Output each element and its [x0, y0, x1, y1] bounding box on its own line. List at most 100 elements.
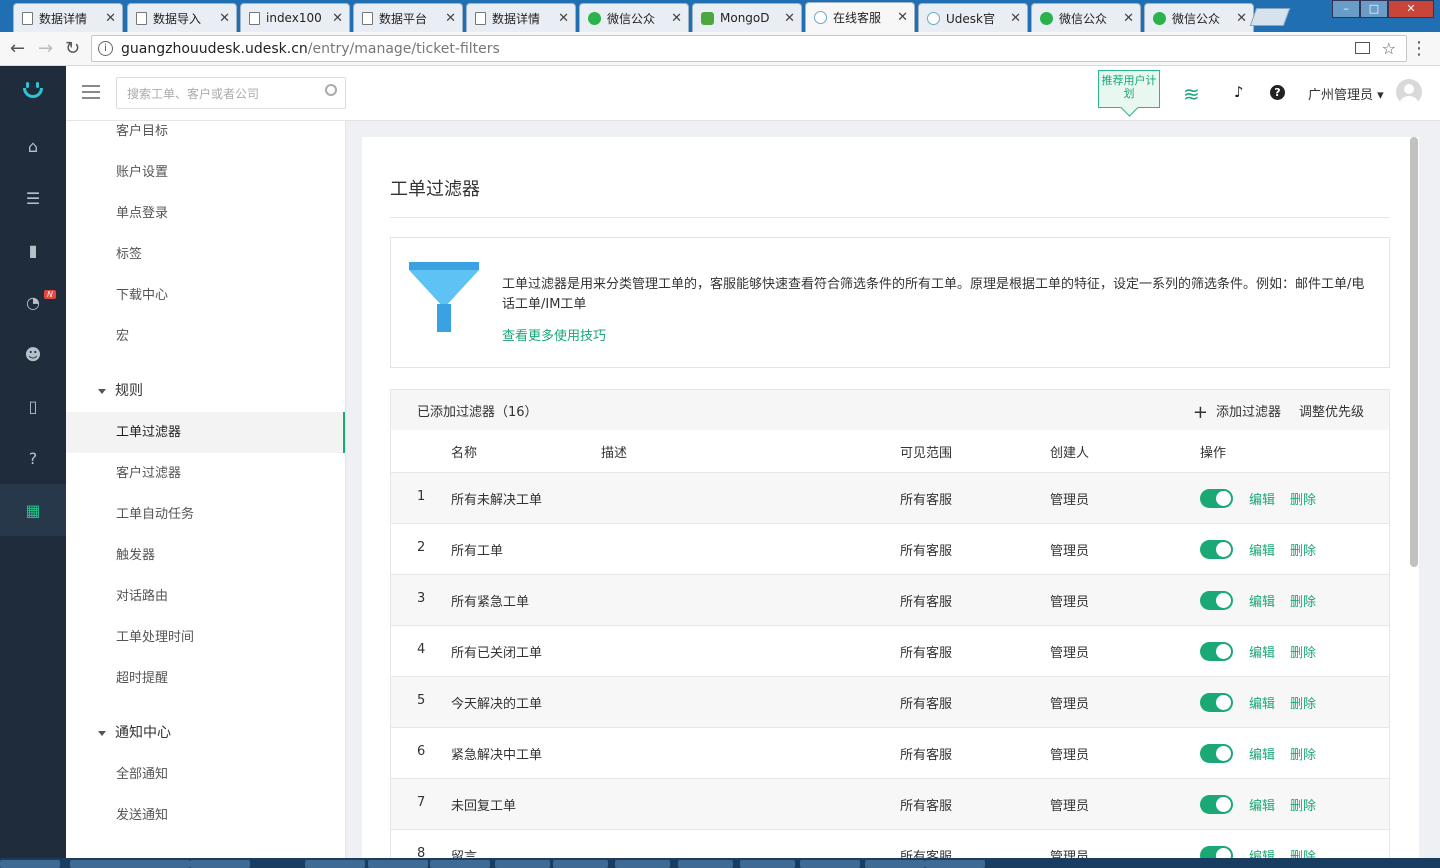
- minimize-button[interactable]: –: [1332, 0, 1360, 18]
- taskbar-item[interactable]: [495, 860, 550, 868]
- sidebar-item[interactable]: 触发器: [66, 535, 345, 576]
- more-tips-link[interactable]: 查看更多使用技巧: [502, 325, 606, 344]
- delete-link[interactable]: 删除: [1290, 693, 1316, 712]
- tab-close-icon[interactable]: ✕: [558, 11, 569, 26]
- search-icon[interactable]: [325, 84, 337, 96]
- menu-toggle-icon[interactable]: [82, 85, 100, 101]
- sidebar-item[interactable]: 工单过滤器: [66, 412, 345, 453]
- forward-icon[interactable]: →: [38, 38, 53, 59]
- browser-tab[interactable]: 在线客服 ✕: [805, 2, 915, 32]
- sidebar-item[interactable]: 客户目标: [66, 121, 345, 152]
- taskbar-item[interactable]: [678, 860, 733, 868]
- taskbar-item[interactable]: [553, 860, 608, 868]
- sidebar-item[interactable]: 工单处理时间: [66, 617, 345, 658]
- help-icon[interactable]: ?: [1270, 85, 1285, 100]
- delete-link[interactable]: 删除: [1290, 795, 1316, 814]
- edit-link[interactable]: 编辑: [1249, 693, 1275, 712]
- sidebar-item[interactable]: 工单自动任务: [66, 494, 345, 535]
- sidebar-item[interactable]: 超时提醒: [66, 658, 345, 699]
- user-menu[interactable]: 广州管理员 ▾: [1308, 84, 1384, 103]
- taskbar-item[interactable]: [615, 860, 670, 868]
- taskbar-item[interactable]: [0, 860, 60, 868]
- referral-promo-button[interactable]: 推荐用户计划: [1098, 70, 1160, 108]
- enable-toggle[interactable]: [1200, 540, 1233, 559]
- sidebar-item[interactable]: 下载中心: [66, 275, 345, 316]
- browser-tab[interactable]: MongoD ✕: [692, 3, 802, 32]
- edit-link[interactable]: 编辑: [1249, 642, 1275, 661]
- udesk-logo[interactable]: [22, 82, 44, 102]
- taskbar-item[interactable]: [190, 860, 250, 868]
- taskbar-item[interactable]: [130, 860, 190, 868]
- tab-close-icon[interactable]: ✕: [219, 11, 230, 26]
- url-field[interactable]: i guangzhouudesk.udesk.cn/entry/manage/t…: [91, 35, 1407, 62]
- add-filter-button[interactable]: + 添加过滤器: [1193, 401, 1281, 423]
- cast-icon[interactable]: [1355, 42, 1370, 54]
- sidebar-item[interactable]: 全部通知: [66, 754, 345, 795]
- browser-tab[interactable]: 微信公众 ✕: [579, 3, 689, 32]
- delete-link[interactable]: 删除: [1290, 489, 1316, 508]
- sidebar-group-notify[interactable]: 通知中心: [66, 713, 345, 754]
- sidebar-item[interactable]: 对话路由: [66, 576, 345, 617]
- taskbar-item[interactable]: [740, 860, 795, 868]
- tab-close-icon[interactable]: ✕: [671, 11, 682, 26]
- sidebar-group-rules[interactable]: 规则: [66, 371, 345, 412]
- help-center-icon[interactable]: ?: [0, 432, 66, 484]
- settings-grid-icon[interactable]: ▦: [0, 484, 66, 536]
- enable-toggle[interactable]: [1200, 642, 1233, 661]
- tickets-icon[interactable]: ☰: [0, 172, 66, 224]
- notification-bell-icon[interactable]: ♪: [1234, 83, 1244, 101]
- back-icon[interactable]: ←: [10, 38, 25, 59]
- tab-close-icon[interactable]: ✕: [105, 11, 116, 26]
- sidebar-item[interactable]: 单点登录: [66, 193, 345, 234]
- browser-tab[interactable]: 数据导入 ✕: [127, 3, 237, 32]
- avatar[interactable]: [1396, 79, 1422, 105]
- new-tab-button[interactable]: [1249, 8, 1291, 26]
- info-icon[interactable]: i: [98, 41, 113, 56]
- bookmark-star-icon[interactable]: ☆: [1382, 39, 1396, 58]
- taskbar-item[interactable]: [305, 860, 365, 868]
- edit-link[interactable]: 编辑: [1249, 540, 1275, 559]
- browser-tab[interactable]: 数据详情 ✕: [13, 3, 123, 32]
- delete-link[interactable]: 删除: [1290, 744, 1316, 763]
- delete-link[interactable]: 删除: [1290, 642, 1316, 661]
- delete-link[interactable]: 删除: [1290, 540, 1316, 559]
- enable-toggle[interactable]: [1200, 693, 1233, 712]
- home-icon[interactable]: ⌂: [0, 120, 66, 172]
- reports-icon[interactable]: ▮: [0, 224, 66, 276]
- sidebar-item[interactable]: 客户过滤器: [66, 453, 345, 494]
- browser-menu-icon[interactable]: ⋮: [1410, 38, 1428, 59]
- tab-close-icon[interactable]: ✕: [1123, 11, 1134, 26]
- edit-link[interactable]: 编辑: [1249, 744, 1275, 763]
- taskbar-item[interactable]: [430, 860, 490, 868]
- enable-toggle[interactable]: [1200, 795, 1233, 814]
- taskbar-item[interactable]: [865, 860, 925, 868]
- browser-tab[interactable]: Udesk官 ✕: [918, 3, 1028, 32]
- enable-toggle[interactable]: [1200, 591, 1233, 610]
- delete-link[interactable]: 删除: [1290, 591, 1316, 610]
- edit-link[interactable]: 编辑: [1249, 795, 1275, 814]
- customers-icon[interactable]: ☻: [0, 328, 66, 380]
- knowledge-base-icon[interactable]: ▯: [0, 380, 66, 432]
- reload-icon[interactable]: ↻: [65, 38, 80, 59]
- sidebar-item[interactable]: 账户设置: [66, 152, 345, 193]
- enable-toggle[interactable]: [1200, 744, 1233, 763]
- taskbar-item[interactable]: [368, 860, 428, 868]
- sidebar-item[interactable]: 宏: [66, 316, 345, 357]
- edit-link[interactable]: 编辑: [1249, 489, 1275, 508]
- adjust-priority-button[interactable]: 调整优先级: [1299, 401, 1364, 420]
- edit-link[interactable]: 编辑: [1249, 591, 1275, 610]
- tab-close-icon[interactable]: ✕: [1010, 11, 1021, 26]
- edit-link[interactable]: 编辑: [1249, 846, 1275, 858]
- enable-toggle[interactable]: [1200, 846, 1233, 858]
- connection-status-icon[interactable]: ≋: [1183, 82, 1200, 106]
- maximize-button[interactable]: □: [1360, 0, 1388, 18]
- window-close-button[interactable]: ✕: [1388, 0, 1434, 18]
- tab-close-icon[interactable]: ✕: [445, 11, 456, 26]
- browser-tab[interactable]: 数据平台 ✕: [353, 3, 463, 32]
- main-scrollbar[interactable]: [1410, 137, 1418, 567]
- sidebar-item[interactable]: 发送通知: [66, 795, 345, 836]
- taskbar-item[interactable]: [800, 860, 860, 868]
- tab-close-icon[interactable]: ✕: [897, 10, 908, 25]
- tab-close-icon[interactable]: ✕: [332, 11, 343, 26]
- browser-tab[interactable]: index100 ✕: [240, 3, 350, 32]
